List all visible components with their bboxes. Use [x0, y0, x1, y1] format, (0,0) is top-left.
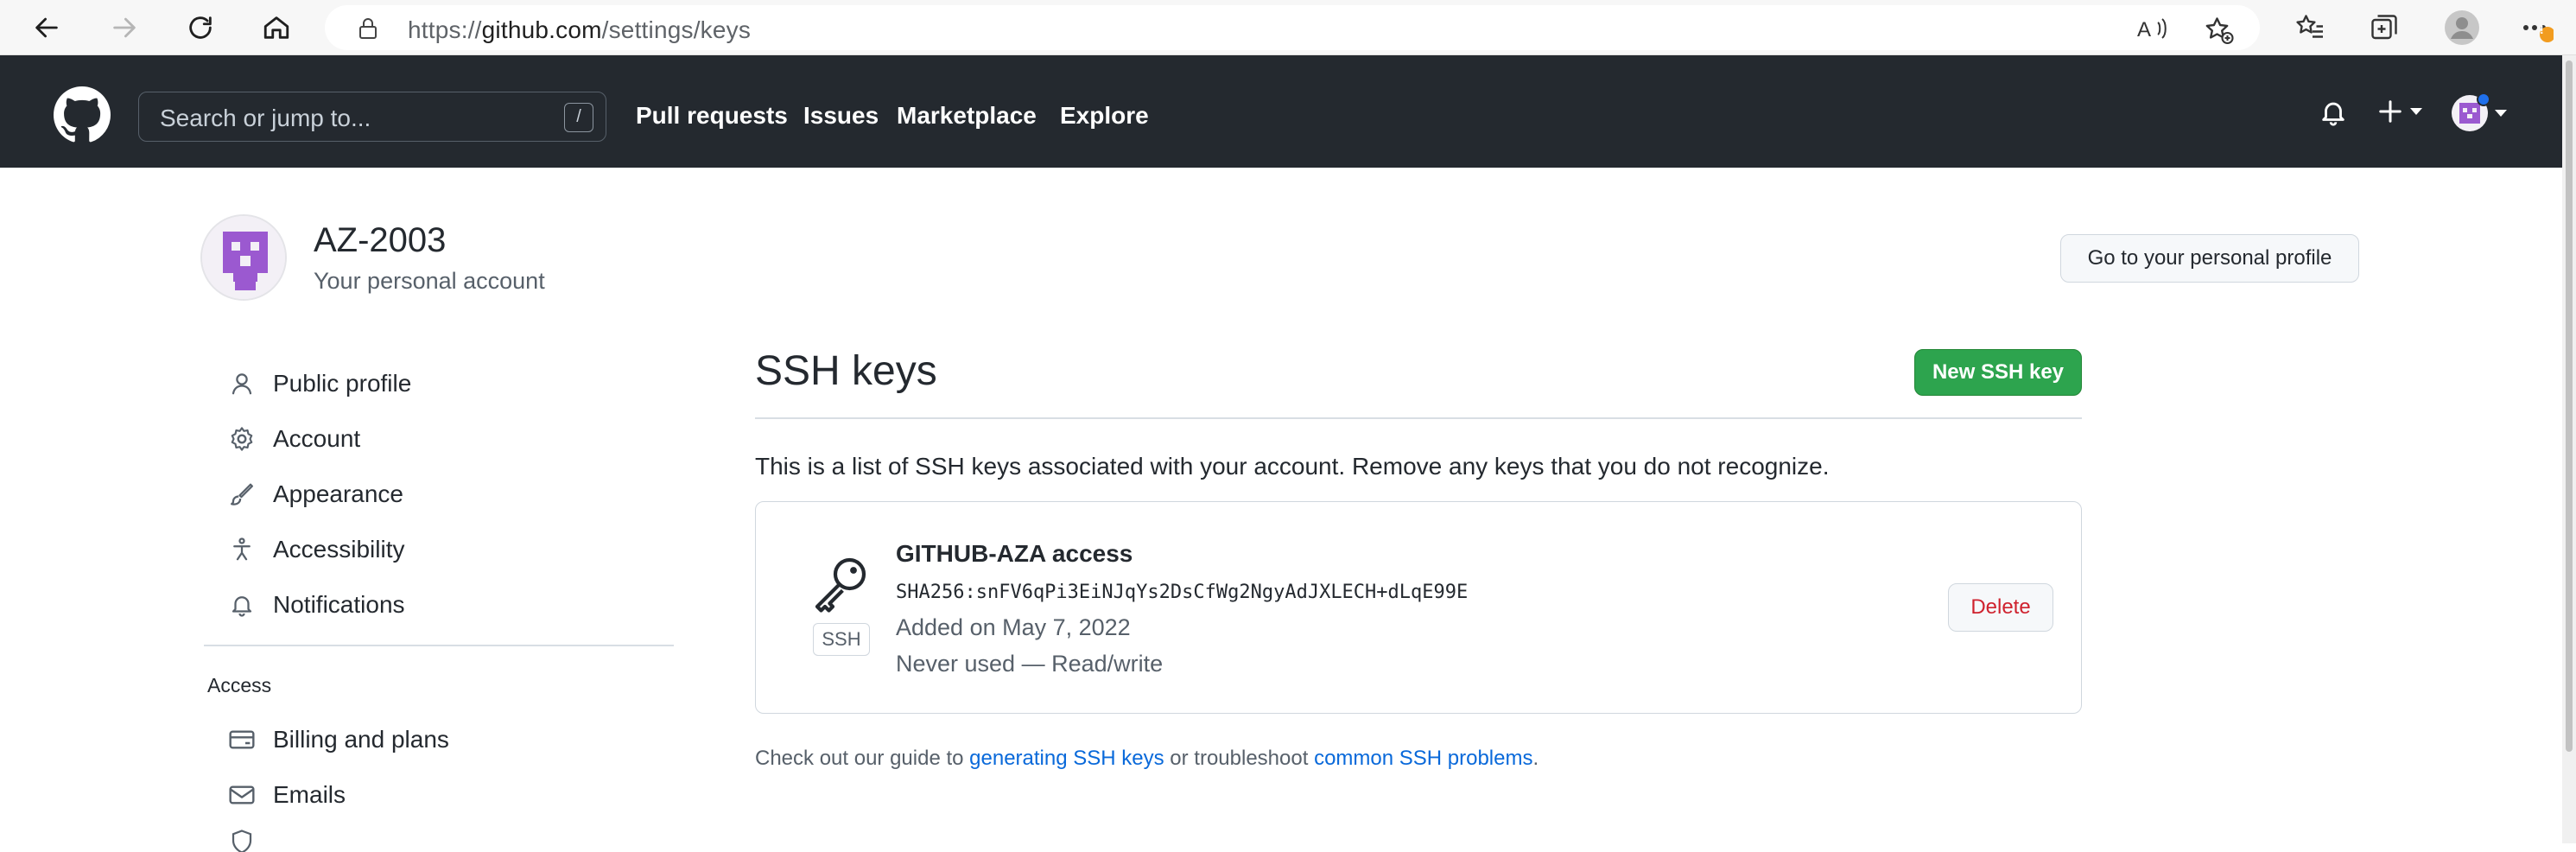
search-input[interactable]: Search or jump to... /	[138, 92, 606, 142]
sidebar-item-label: Billing and plans	[273, 726, 449, 753]
key-added-date: Added on May 7, 2022	[896, 614, 1131, 640]
account-name[interactable]: AZ-2003	[314, 221, 446, 260]
sidebar-item-label: Emails	[273, 781, 346, 808]
nav-issues[interactable]: Issues	[803, 102, 879, 130]
scrollbar-thumb[interactable]	[2566, 60, 2573, 752]
user-avatar-icon	[2452, 93, 2490, 131]
lock-icon[interactable]	[358, 17, 378, 44]
sidebar-item-billing[interactable]: Billing and plans	[226, 717, 449, 762]
title-divider	[755, 417, 2082, 419]
home-icon[interactable]	[254, 5, 299, 50]
accessibility-icon	[226, 534, 257, 565]
profile-avatar-icon[interactable]	[2440, 5, 2484, 50]
favorites-icon[interactable]	[2287, 5, 2332, 50]
collections-icon[interactable]	[2362, 5, 2407, 50]
sidebar-item-label: Public profile	[273, 370, 412, 397]
paintbrush-icon	[226, 479, 257, 510]
github-logo-icon[interactable]	[54, 86, 111, 148]
sidebar-item-label: Notifications	[273, 591, 405, 618]
key-usage-status: Never used — Read/write	[896, 651, 1164, 677]
key-title: GITHUB-AZA access	[896, 540, 1133, 567]
sidebar-item-public-profile[interactable]: Public profile	[226, 361, 411, 406]
sidebar-item-label: Appearance	[273, 480, 404, 507]
github-header: Search or jump to... / Pull requests Iss…	[0, 55, 2562, 168]
chevron-down-icon	[2495, 110, 2507, 117]
svg-text:A: A	[2137, 18, 2151, 41]
ssh-type-label: SSH	[813, 623, 870, 656]
address-bar[interactable]: https://github.com/settings/keys A	[325, 5, 2260, 50]
common-ssh-problems-link[interactable]: common SSH problems	[1314, 747, 1532, 770]
bell-icon[interactable]	[2319, 97, 2348, 132]
nav-explore[interactable]: Explore	[1060, 102, 1149, 130]
more-options-icon[interactable]: !	[2514, 5, 2559, 50]
ssh-key-card: SSH GITHUB-AZA access SHA256:snFV6qPi3Ei…	[755, 501, 2082, 714]
warning-badge: !	[2540, 22, 2544, 36]
user-menu[interactable]	[2450, 93, 2507, 133]
chevron-down-icon	[2410, 108, 2422, 115]
key-icon	[809, 552, 872, 619]
url-text[interactable]: https://github.com/settings/keys	[408, 16, 751, 44]
sidebar-item-accessibility[interactable]: Accessibility	[226, 527, 404, 572]
sidebar-item-label: Accessibility	[273, 536, 405, 563]
generating-ssh-keys-link[interactable]: generating SSH keys	[969, 747, 1164, 770]
plus-icon	[2379, 100, 2402, 123]
sidebar-item-partial[interactable]	[226, 826, 273, 852]
search-shortcut-key: /	[564, 103, 593, 132]
sidebar-item-label: Account	[273, 425, 361, 452]
delete-key-button[interactable]: Delete	[1948, 583, 2053, 632]
search-placeholder: Search or jump to...	[160, 105, 371, 131]
account-avatar[interactable]	[200, 214, 287, 301]
intro-text: This is a list of SSH keys associated wi…	[755, 453, 1830, 480]
create-new-menu[interactable]	[2377, 99, 2422, 124]
sidebar-heading-access: Access	[207, 674, 272, 696]
gear-icon	[226, 423, 257, 455]
sidebar-divider	[204, 645, 674, 646]
nav-pull-requests[interactable]: Pull requests	[636, 102, 788, 130]
browser-toolbar: https://github.com/settings/keys A !	[0, 0, 2576, 55]
sidebar-item-emails[interactable]: Emails	[226, 773, 346, 817]
back-arrow-icon[interactable]	[24, 5, 69, 50]
account-subtitle: Your personal account	[314, 268, 545, 294]
refresh-icon[interactable]	[178, 5, 223, 50]
sidebar-item-notifications[interactable]: Notifications	[226, 582, 405, 627]
key-fingerprint: SHA256:snFV6qPi3EiNJqYs2DsCfWg2NgyAdJXLE…	[896, 582, 1469, 603]
page-title: SSH keys	[755, 348, 937, 394]
new-ssh-key-button[interactable]: New SSH key	[1914, 349, 2082, 396]
shield-icon	[226, 826, 257, 852]
sidebar-item-account[interactable]: Account	[226, 416, 360, 461]
read-aloud-icon[interactable]: A	[2137, 16, 2168, 46]
add-favorite-icon[interactable]	[2203, 15, 2234, 50]
credit-card-icon	[226, 724, 257, 755]
sidebar-item-appearance[interactable]: Appearance	[226, 472, 403, 517]
personal-profile-button[interactable]: Go to your personal profile	[2060, 234, 2359, 283]
nav-marketplace[interactable]: Marketplace	[897, 102, 1037, 130]
person-icon	[226, 368, 257, 399]
help-footnote: Check out our guide to generating SSH ke…	[755, 747, 1539, 770]
forward-arrow-icon[interactable]	[102, 5, 147, 50]
mail-icon	[226, 779, 257, 811]
bell-icon	[226, 589, 257, 620]
